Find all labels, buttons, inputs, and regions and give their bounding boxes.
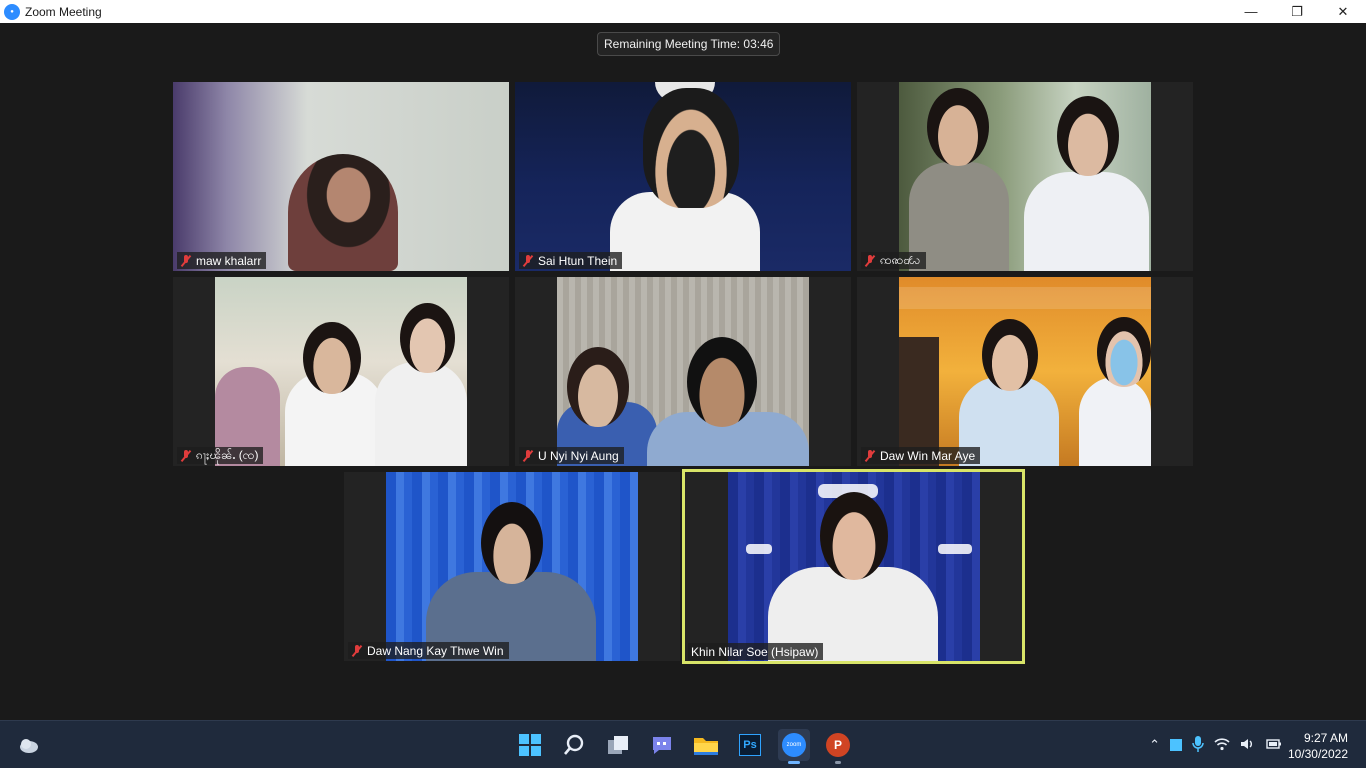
chat-icon[interactable] (646, 729, 678, 761)
start-icon[interactable] (514, 729, 546, 761)
participant-video (899, 277, 1151, 466)
mic-muted-icon (522, 254, 534, 267)
mic-muted-icon (522, 449, 534, 462)
close-button[interactable]: ✕ (1320, 0, 1366, 23)
task-view-icon[interactable] (602, 729, 634, 761)
video-tile[interactable]: Daw Nang Kay Thwe Win (344, 472, 680, 661)
chevron-up-icon[interactable]: ⌃ (1149, 737, 1160, 753)
taskbar-clock[interactable]: 9:27 AM 10/30/2022 (1288, 730, 1348, 762)
participant-name-tag: Khin Nilar Soe (Hsipaw) (688, 643, 824, 660)
photoshop-icon[interactable]: Ps (734, 729, 766, 761)
video-tile[interactable]: ၵႃႈၽိုၼ်ႉ (ၸ) (173, 277, 509, 466)
video-tile[interactable]: maw khalarr (173, 82, 509, 271)
video-tile[interactable]: Daw Win Mar Aye (857, 277, 1193, 466)
participant-name: Sai Htun Thein (538, 253, 618, 268)
mic-muted-icon (351, 644, 363, 657)
zoom-icon[interactable]: zoom (778, 729, 810, 764)
clock-time: 9:27 AM (1303, 731, 1348, 745)
active-speaker-tile[interactable]: Khin Nilar Soe (Hsipaw) (682, 469, 1025, 664)
participant-name: Daw Nang Kay Thwe Win (367, 643, 504, 658)
windows-taskbar: Ps zoom P ⌃ 9:27 AM 10/30/2022 (0, 720, 1366, 768)
remaining-time-badge: Remaining Meeting Time: 03:46 (597, 32, 781, 56)
participant-name-tag: Sai Htun Thein (519, 252, 623, 269)
video-tile[interactable]: U Nyi Nyi Aung (515, 277, 851, 466)
participant-name-tag: maw khalarr (177, 252, 267, 269)
participant-video (173, 82, 509, 271)
zoom-app-icon: ● (4, 3, 20, 20)
participant-video (515, 82, 851, 271)
restore-button[interactable]: ❐ (1274, 0, 1320, 23)
participant-name: maw khalarr (196, 253, 262, 268)
weather-widget-icon[interactable] (17, 735, 39, 755)
participant-video (215, 277, 467, 466)
file-explorer-icon[interactable] (690, 729, 722, 761)
participant-name-tag: ꩡꩣ꩸ꩬ (861, 252, 926, 269)
system-tray: ⌃ (1149, 735, 1282, 755)
wifi-icon[interactable] (1214, 737, 1230, 754)
participant-name: ꩡꩣ꩸ꩬ (880, 252, 921, 267)
video-tile[interactable]: Sai Htun Thein (515, 82, 851, 271)
participant-name-tag: Daw Nang Kay Thwe Win (348, 642, 509, 659)
participant-name: ၵႃႈၽိုၼ်ႉ (ၸ) (196, 447, 259, 462)
mic-muted-icon (864, 254, 876, 267)
participant-video (557, 277, 809, 466)
meeting-gallery: Remaining Meeting Time: 03:46 maw khalar… (0, 23, 1366, 720)
app-tray-icon[interactable] (1170, 739, 1182, 751)
battery-icon[interactable] (1266, 738, 1282, 753)
mic-muted-icon (864, 449, 876, 462)
title-bar: ● Zoom Meeting — ❐ ✕ (0, 0, 1366, 23)
participant-name-tag: U Nyi Nyi Aung (519, 447, 624, 464)
window-title: Zoom Meeting (25, 4, 102, 19)
volume-icon[interactable] (1240, 737, 1256, 754)
participant-video (386, 472, 638, 661)
participant-name: Daw Win Mar Aye (880, 448, 976, 463)
search-icon[interactable] (558, 729, 590, 761)
microphone-icon[interactable] (1192, 735, 1204, 755)
participant-video (899, 82, 1151, 271)
minimize-button[interactable]: — (1228, 0, 1274, 23)
mic-muted-icon (180, 254, 192, 267)
participant-name-tag: ၵႃႈၽိုၼ်ႉ (ၸ) (177, 447, 264, 464)
participant-name: Khin Nilar Soe (Hsipaw) (691, 644, 819, 659)
participant-name: U Nyi Nyi Aung (538, 448, 619, 463)
powerpoint-icon[interactable]: P (822, 729, 854, 764)
participant-name-tag: Daw Win Mar Aye (861, 447, 981, 464)
participant-video (728, 472, 980, 661)
video-tile[interactable]: ꩡꩣ꩸ꩬ (857, 82, 1193, 271)
clock-date: 10/30/2022 (1287, 747, 1348, 761)
mic-muted-icon (180, 449, 192, 462)
